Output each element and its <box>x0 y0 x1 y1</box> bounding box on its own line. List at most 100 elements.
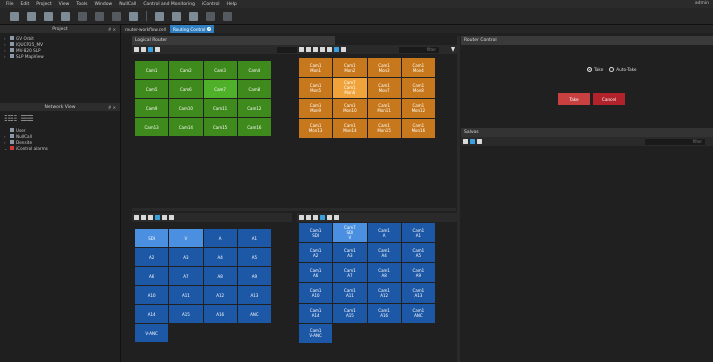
level-button-v-anc[interactable]: V-ANC <box>135 324 169 342</box>
source-button-cam13[interactable]: Cam13 <box>135 118 169 136</box>
source-button-cam7[interactable]: Cam7 <box>203 80 237 98</box>
destination-button-mon13[interactable]: Cam1 Mon13 <box>299 118 333 138</box>
columns-icon[interactable] <box>313 215 318 220</box>
source-button-cam1[interactable]: Cam1 <box>135 61 169 79</box>
chevron-icon[interactable]: › <box>4 36 8 41</box>
take-radio[interactable]: Take <box>587 67 603 72</box>
tile-icon[interactable] <box>327 47 332 52</box>
menu-item-icontrol[interactable]: iControl <box>202 2 220 7</box>
destination-button-mon11[interactable]: Cam1 Mon11 <box>367 98 401 118</box>
destination-button-mon14[interactable]: Cam1 Mon14 <box>333 118 367 138</box>
level-button-a15[interactable]: A15 <box>169 305 203 323</box>
number-icon[interactable] <box>470 139 475 144</box>
level-button-a1[interactable]: A1 <box>237 229 271 247</box>
destination-button-mon7[interactable]: Cam1 Mon7 <box>367 78 401 98</box>
monitor-icon[interactable] <box>189 11 198 21</box>
menu-item-nullcall[interactable]: NullCall <box>119 2 136 7</box>
cancel-button[interactable]: Cancel <box>593 93 625 105</box>
level-destination-button-a10[interactable]: Cam1 A10 <box>299 283 333 303</box>
level-button-a4[interactable]: A4 <box>203 248 237 266</box>
level-destination-button-a16[interactable]: Cam1 A16 <box>367 303 401 323</box>
chevron-icon[interactable]: › <box>4 54 8 59</box>
salvos-filter-input[interactable]: filter <box>645 138 705 145</box>
level-button-a14[interactable]: A14 <box>135 305 169 323</box>
destination-button-mon8[interactable]: Cam1 Mon8 <box>401 78 435 98</box>
menu-item-project[interactable]: Project <box>36 2 51 7</box>
destination-button-mon12[interactable]: Cam1 Mon12 <box>401 98 435 118</box>
text-icon[interactable] <box>341 47 346 52</box>
number-icon[interactable] <box>334 47 339 52</box>
grid-icon[interactable] <box>134 215 139 220</box>
level-button-a5[interactable]: A5 <box>237 248 271 266</box>
level-button-a10[interactable]: A10 <box>135 286 169 304</box>
user-label[interactable]: admin <box>695 1 709 6</box>
list-icon[interactable] <box>141 215 146 220</box>
level-button-sdi[interactable]: SDI <box>135 229 169 247</box>
level-destination-button-a2[interactable]: Cam1 A2 <box>299 243 333 263</box>
menu-item-tools[interactable]: Tools <box>76 2 87 7</box>
lock-icon[interactable] <box>129 11 138 21</box>
chevron-icon[interactable]: ⌄ <box>4 146 8 151</box>
level-destination-button-sdi[interactable]: Cam1 SDI <box>299 223 333 243</box>
list-view-icon[interactable]: ☰☰ <box>20 114 33 123</box>
grid-icon[interactable] <box>299 47 304 52</box>
menu-item-edit[interactable]: Edit <box>21 2 30 7</box>
level-button-a8[interactable]: A8 <box>203 267 237 285</box>
number-icon[interactable] <box>320 215 325 220</box>
level-destination-button-a4[interactable]: Cam1 A4 <box>367 243 401 263</box>
level-button-a9[interactable]: A9 <box>237 267 271 285</box>
source-button-cam4[interactable]: Cam4 <box>237 61 271 79</box>
menu-item-view[interactable]: View <box>59 2 70 7</box>
funnel-icon[interactable] <box>451 47 455 52</box>
destination-button-mon16[interactable]: Cam1 Mon16 <box>401 118 435 138</box>
level-button-a16[interactable]: A16 <box>203 305 237 323</box>
grid-icon[interactable] <box>134 47 139 52</box>
source-button-cam8[interactable]: Cam8 <box>237 80 271 98</box>
level-button-a7[interactable]: A7 <box>169 267 203 285</box>
level-button-a2[interactable]: A2 <box>135 248 169 266</box>
source-button-cam15[interactable]: Cam15 <box>203 118 237 136</box>
destination-button-mon4[interactable]: Cam1 Mon4 <box>401 58 435 78</box>
number-icon[interactable] <box>155 215 160 220</box>
grid-icon[interactable] <box>463 139 468 144</box>
paste-icon[interactable] <box>112 11 121 21</box>
source-button-cam9[interactable]: Cam9 <box>135 99 169 117</box>
deploy-icon[interactable] <box>155 11 164 21</box>
project-panel-controls[interactable]: # ✕ <box>108 27 116 32</box>
take-button[interactable]: Take <box>558 93 590 105</box>
import-icon[interactable] <box>44 11 53 21</box>
level-destination-button-a12[interactable]: Cam1 A12 <box>367 283 401 303</box>
copy-icon[interactable] <box>95 11 104 21</box>
text-icon[interactable] <box>327 215 332 220</box>
level-destination-button-a[interactable]: Cam1 A <box>367 223 401 243</box>
text-icon[interactable] <box>477 139 482 144</box>
source-button-cam12[interactable]: Cam12 <box>237 99 271 117</box>
info-icon[interactable] <box>206 11 215 21</box>
chevron-icon[interactable]: › <box>4 48 8 53</box>
cut-icon[interactable] <box>78 11 87 21</box>
level-button-a6[interactable]: A6 <box>135 267 169 285</box>
image-icon[interactable] <box>334 215 339 220</box>
chevron-icon[interactable]: › <box>4 140 8 145</box>
destination-button-mon5[interactable]: Cam1 Mon5 <box>299 78 333 98</box>
network-panel-controls[interactable]: # ✕ <box>108 105 116 110</box>
expand-icon[interactable] <box>223 11 232 21</box>
level-destination-button-a5[interactable]: Cam1 A5 <box>401 243 435 263</box>
destination-button-mon3[interactable]: Cam1 Mon3 <box>367 58 401 78</box>
tab-router-workflow-cell[interactable]: router-workflow.cell <box>122 25 169 33</box>
image-icon[interactable] <box>169 215 174 220</box>
text-icon[interactable] <box>162 215 167 220</box>
source-button-cam14[interactable]: Cam14 <box>169 118 203 136</box>
list-icon[interactable] <box>306 215 311 220</box>
level-destination-button-v-anc[interactable]: Cam1 V-ANC <box>299 323 333 343</box>
rows-icon[interactable] <box>320 47 325 52</box>
source-button-cam11[interactable]: Cam11 <box>203 99 237 117</box>
source-button-cam6[interactable]: Cam6 <box>169 80 203 98</box>
vertical-splitter[interactable] <box>457 36 460 362</box>
destination-button-mon6[interactable]: Cam7 Cam1 Mon6 <box>333 78 367 98</box>
monitor-filter-input[interactable]: filter <box>399 46 439 53</box>
level-destination-button-a1[interactable]: Cam1 A1 <box>401 223 435 243</box>
columns-icon[interactable] <box>148 215 153 220</box>
menu-item-window[interactable]: Window <box>94 2 112 7</box>
level-destination-button-a3[interactable]: Cam1 A3 <box>333 243 367 263</box>
